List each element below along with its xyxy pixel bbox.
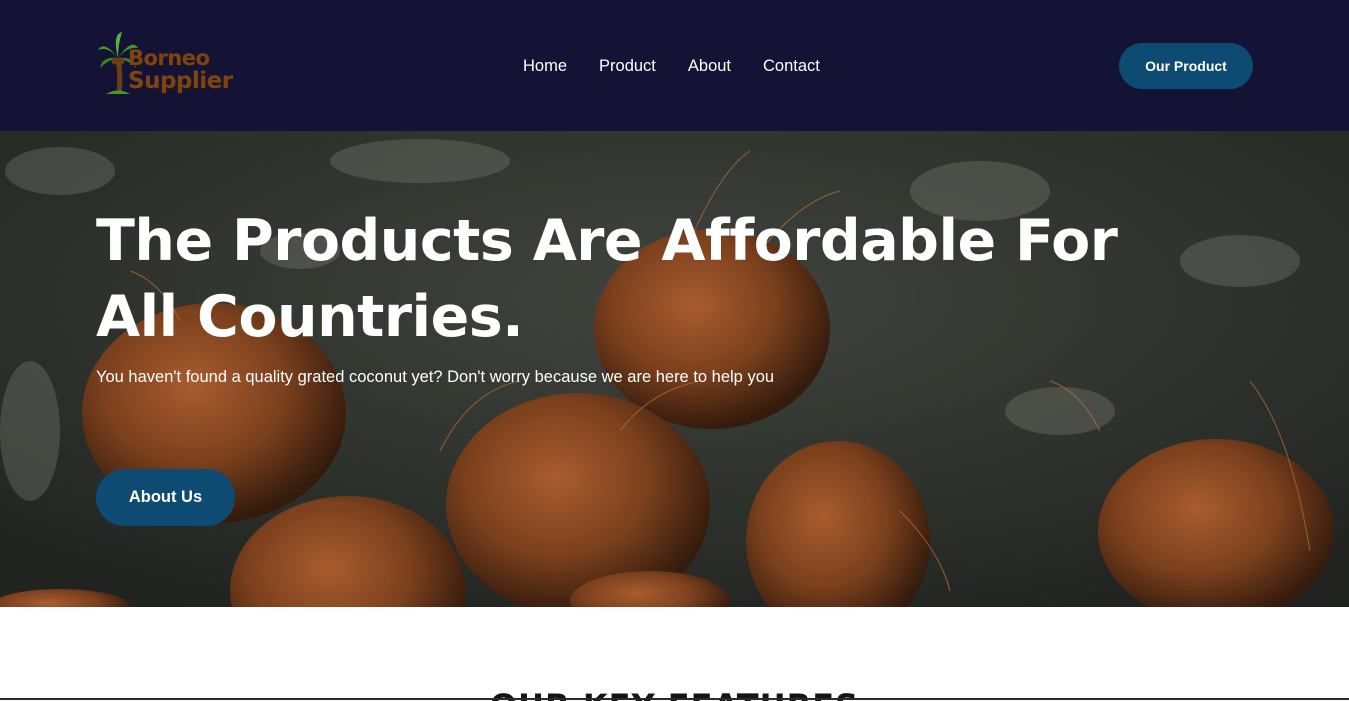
nav-product[interactable]: Product	[599, 55, 656, 77]
logo-text-line2: Supplier	[128, 68, 233, 94]
features-section: OUR KEY FEATURES	[0, 607, 1349, 701]
logo[interactable]: Borneo Supplier	[98, 32, 248, 98]
logo-text-line1: Borneo	[128, 46, 210, 70]
hero-subtitle: You haven't found a quality grated cocon…	[96, 368, 775, 386]
nav-contact[interactable]: Contact	[763, 55, 820, 77]
nav-home[interactable]: Home	[523, 55, 567, 77]
main-nav: Home Product About Contact	[523, 55, 820, 77]
about-us-button[interactable]: About Us	[96, 469, 235, 526]
our-product-button[interactable]: Our Product	[1119, 43, 1253, 89]
hero-section: The Products Are Affordable For All Coun…	[0, 131, 1349, 607]
nav-about[interactable]: About	[688, 55, 731, 77]
divider	[0, 698, 1349, 700]
navbar: Borneo Supplier Home Product About Conta…	[0, 0, 1349, 131]
hero-title: The Products Are Affordable For All Coun…	[96, 208, 1118, 350]
